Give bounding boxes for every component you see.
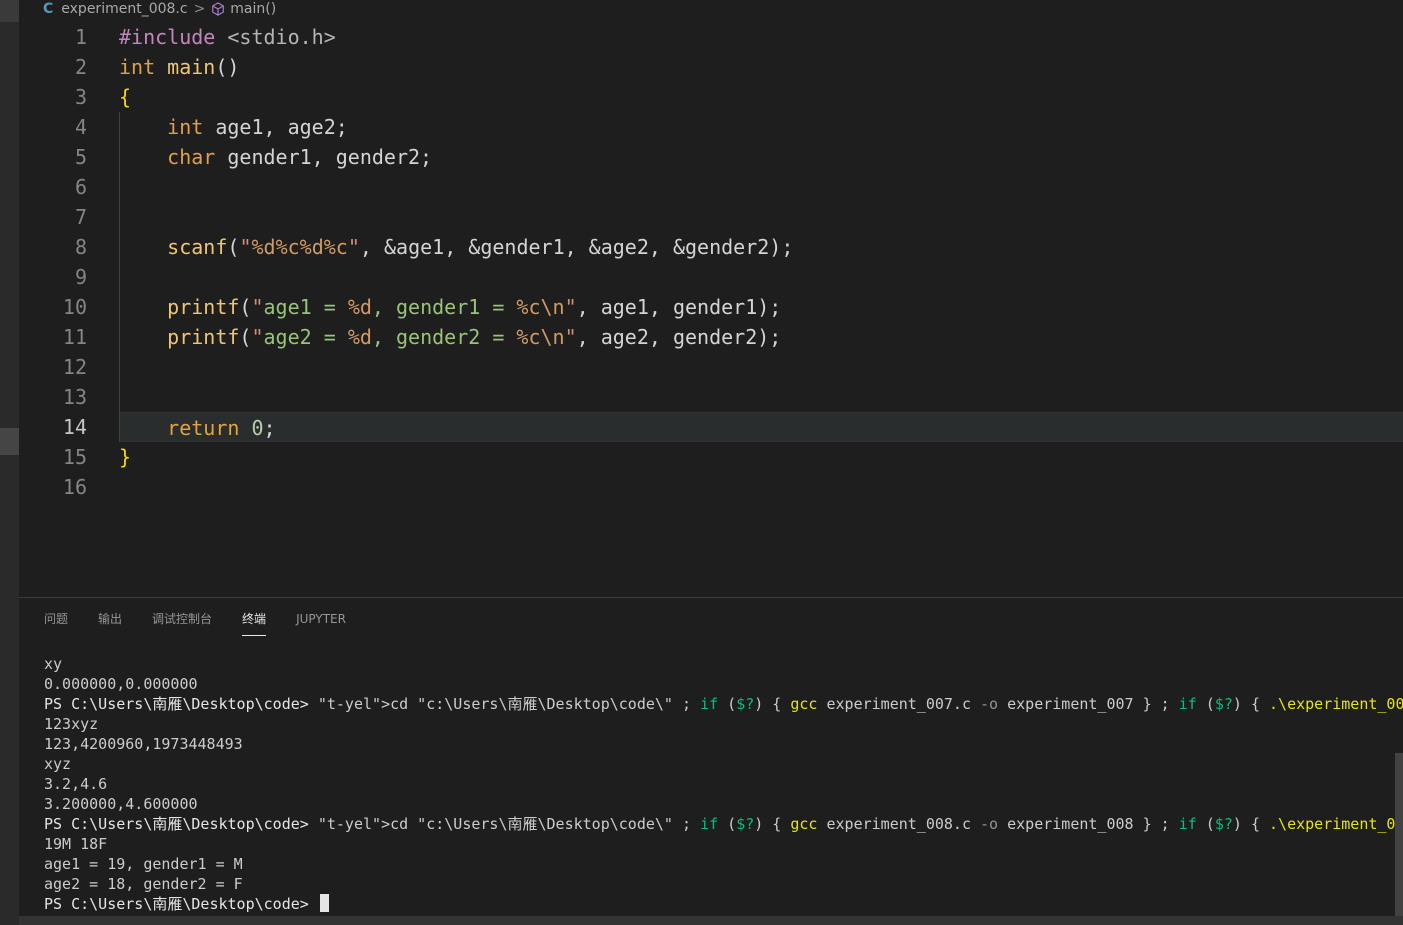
code-line[interactable] xyxy=(119,262,1403,292)
code-line[interactable] xyxy=(119,202,1403,232)
panel-tabs: 问题 输出 调试控制台 终端 JUPYTER xyxy=(19,598,376,638)
activity-bar-edge xyxy=(0,0,19,925)
code-line[interactable] xyxy=(119,352,1403,382)
terminal-line: PS C:\Users\南雁\Desktop\code> "t-yel">cd … xyxy=(44,815,1403,833)
line-number: 16 xyxy=(62,475,87,499)
code-line[interactable]: int age1, age2; xyxy=(119,112,1403,142)
breadcrumb-symbol[interactable]: main() xyxy=(230,1,276,17)
breadcrumb: C experiment_008.c > main() xyxy=(19,0,1403,18)
terminal-line: PS C:\Users\南雁\Desktop\code> xyxy=(44,894,1384,914)
code-line[interactable]: printf("age2 = %d, gender2 = %c\n", age2… xyxy=(119,322,1403,352)
panel-tab-1[interactable]: 输出 xyxy=(98,598,122,638)
line-number: 10 xyxy=(62,295,87,319)
code-line[interactable]: scanf("%d%c%d%c", &age1, &gender1, &age2… xyxy=(119,232,1403,262)
activity-bar-item[interactable] xyxy=(0,0,19,22)
terminal-line: age1 = 19, gender1 = M xyxy=(44,855,243,873)
terminal-line: 123xyz xyxy=(44,715,99,733)
terminal-line: age2 = 18, gender2 = F xyxy=(44,875,243,893)
code-line[interactable] xyxy=(119,172,1403,202)
code-line[interactable]: int main() xyxy=(119,52,1403,82)
code-line[interactable]: #include <stdio.h> xyxy=(119,22,1403,52)
code-line[interactable] xyxy=(119,382,1403,412)
line-number: 12 xyxy=(62,355,87,379)
terminal-scrollbar[interactable] xyxy=(1395,753,1403,918)
panel-tab-4[interactable]: JUPYTER xyxy=(296,598,346,638)
line-number: 6 xyxy=(74,175,87,199)
line-number: 11 xyxy=(62,325,87,349)
line-number-gutter: 1 2 3 4 5 6 7 8 9 10 11 12 13 14 15 16 xyxy=(19,22,119,597)
panel-tab-3[interactable]: 终端 xyxy=(242,598,267,638)
code-line[interactable]: } xyxy=(119,442,1403,472)
terminal-line: 123,4200960,1973448493 xyxy=(44,735,243,753)
terminal-line: xy xyxy=(44,655,63,673)
terminal-line: 19M 18F xyxy=(44,835,108,853)
activity-bar-item-active[interactable] xyxy=(0,428,19,455)
code-line[interactable]: char gender1, gender2; xyxy=(119,142,1403,172)
panel-tab-2[interactable]: 调试控制台 xyxy=(152,598,212,638)
line-number: 8 xyxy=(74,235,87,259)
line-number: 13 xyxy=(62,385,87,409)
c-language-icon: C xyxy=(43,1,54,17)
terminal-line: 3.2,4.6 xyxy=(44,775,108,793)
code-area[interactable]: #include <stdio.h> int main(){ int age1, … xyxy=(119,22,1403,597)
bottom-panel: 问题 输出 调试控制台 终端 JUPYTER xy 0.000000,0.000000 PS… xyxy=(19,597,1403,925)
line-number: 15 xyxy=(62,445,87,469)
line-number: 4 xyxy=(74,115,87,139)
terminal-output[interactable]: xy 0.000000,0.000000 PS C:\Users\南雁\Deskto… xyxy=(44,654,1403,914)
line-number: 9 xyxy=(74,265,87,289)
line-number: 5 xyxy=(74,145,87,169)
cube-icon xyxy=(211,2,225,16)
breadcrumb-separator: > xyxy=(193,1,206,17)
line-number: 1 xyxy=(74,25,87,49)
breadcrumb-file[interactable]: experiment_008.c xyxy=(61,1,187,17)
code-line[interactable]: { xyxy=(119,82,1403,112)
status-bar xyxy=(19,916,1403,925)
line-number: 3 xyxy=(74,85,87,109)
terminal-cursor xyxy=(319,894,329,912)
terminal-line: xyz xyxy=(44,755,72,773)
code-line[interactable] xyxy=(119,472,1403,502)
terminal-line: 3.200000,4.600000 xyxy=(44,795,198,813)
code-editor[interactable]: 1 2 3 4 5 6 7 8 9 10 11 12 13 14 15 16 #include <stdio.… xyxy=(19,22,1403,597)
terminal-line: 0.000000,0.000000 xyxy=(44,675,198,693)
line-number: 14 xyxy=(62,415,87,439)
indent-guide xyxy=(119,112,120,442)
code-line[interactable]: return 0; xyxy=(119,412,1403,442)
line-number: 2 xyxy=(74,55,87,79)
code-line[interactable]: printf("age1 = %d, gender1 = %c\n", age1… xyxy=(119,292,1403,322)
panel-tab-0[interactable]: 问题 xyxy=(44,598,68,638)
terminal-line: PS C:\Users\南雁\Desktop\code> "t-yel">cd … xyxy=(44,695,1403,713)
line-number: 7 xyxy=(74,205,87,229)
